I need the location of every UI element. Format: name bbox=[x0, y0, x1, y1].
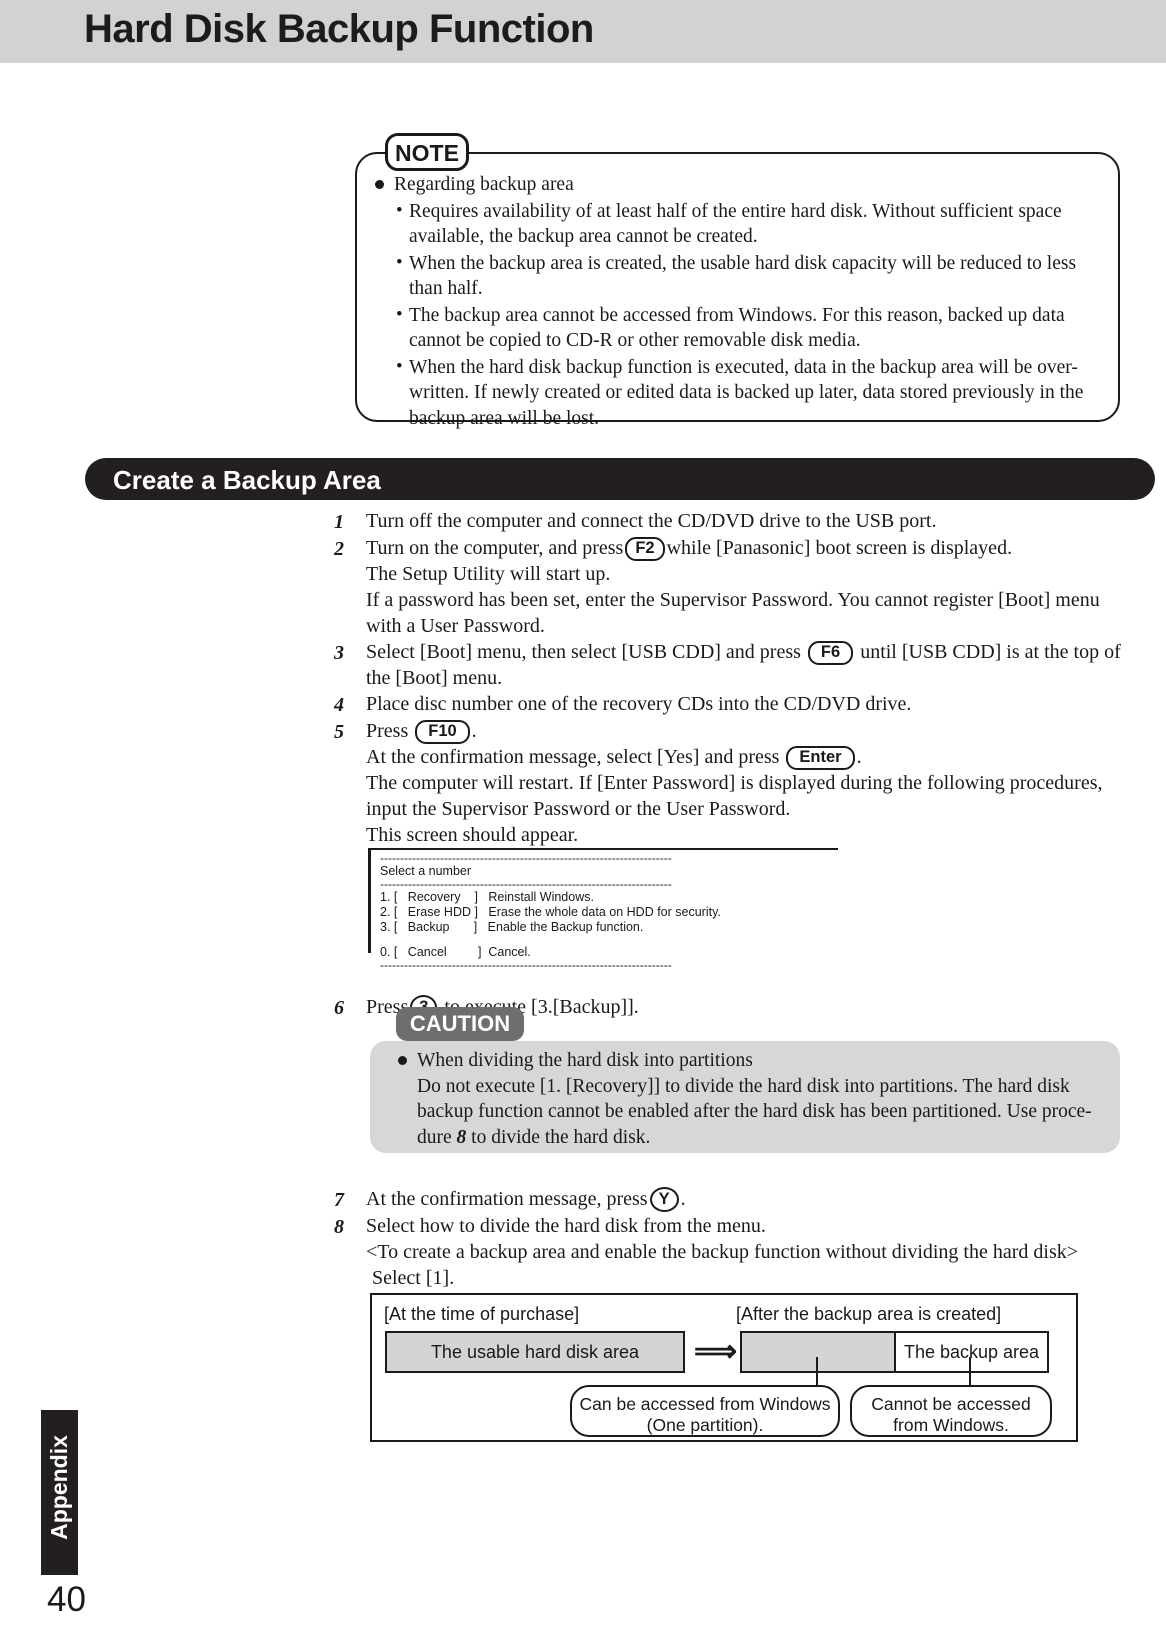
key-f6: F6 bbox=[807, 641, 854, 665]
step-text: Select how to divide the hard disk from … bbox=[366, 1213, 1134, 1291]
step-text: Place disc number one of the recovery CD… bbox=[366, 693, 912, 715]
diagram-label-after: [After the backup area is created] bbox=[736, 1304, 1002, 1324]
step-4: 4 Place disc number one of the recovery … bbox=[334, 691, 1134, 718]
step-8-line2: <To create a backup area and enable the … bbox=[366, 1241, 1079, 1263]
step-number: 6 bbox=[334, 997, 344, 1019]
caution-badge: CAUTION bbox=[396, 1007, 524, 1041]
step-text: Select [Boot] menu, then select [USB CDD… bbox=[366, 639, 1134, 691]
step-text: Turn off the computer and connect the CD… bbox=[366, 510, 937, 532]
step-2-line3: If a password has been set, enter the Su… bbox=[366, 589, 1100, 637]
key-f10: F10 bbox=[415, 720, 470, 744]
step-5: 5 Press F10. At the confirmation message… bbox=[334, 718, 1134, 848]
step-8-line3: Select [1]. bbox=[372, 1267, 455, 1289]
caution-procedure-number: 8 bbox=[456, 1126, 467, 1148]
key-enter: Enter bbox=[786, 746, 855, 770]
section-heading-label: Create a Backup Area bbox=[113, 465, 381, 495]
step-text: Turn on the computer, and press F2 while [… bbox=[366, 535, 1134, 639]
step-5-line4: This screen should appear. bbox=[366, 824, 579, 846]
caution-text: Do not execute [1. [Recovery]] to divide… bbox=[398, 1074, 1108, 1151]
note-item: When the hard disk backup function is ex… bbox=[375, 354, 1105, 432]
screen-divider-bottom: ----------------------------------------… bbox=[380, 960, 672, 971]
recovery-screen-mock: ----------------------------------------… bbox=[368, 848, 838, 971]
step-2-text-b: while [Panasonic] boot screen is display… bbox=[666, 537, 1013, 559]
step-8-line1: Select how to divide the hard disk from … bbox=[366, 1215, 766, 1237]
diagram-callout-not-accessible: Cannot be accessed from Windows. bbox=[850, 1385, 1052, 1437]
step-number: 5 bbox=[334, 721, 344, 743]
key-f2: F2 bbox=[625, 537, 665, 561]
diagram-callout-accessible: Can be accessed from Windows (One partit… bbox=[570, 1385, 840, 1437]
step-7: 7 At the confirmation message, press Y. bbox=[334, 1186, 1134, 1213]
screen-spacer bbox=[380, 935, 838, 945]
step-5-text-b: . bbox=[471, 720, 477, 742]
page-number: 40 bbox=[47, 1580, 86, 1619]
step-number: 1 bbox=[334, 511, 344, 533]
leader-line-right bbox=[969, 1357, 971, 1386]
screen-option-1: 1. [ Recovery ] Reinstall Windows. bbox=[380, 890, 594, 904]
leader-line-left bbox=[816, 1357, 818, 1386]
step-5-line3: The computer will restart. If [Enter Pas… bbox=[366, 772, 1103, 820]
procedure-steps: 1 Turn off the computer and connect the … bbox=[334, 508, 1134, 848]
step-number: 2 bbox=[334, 538, 344, 560]
step-number: 3 bbox=[334, 642, 344, 664]
arrow-right-icon: ⟹ bbox=[694, 1335, 738, 1368]
step-5-text-a: Press bbox=[366, 720, 409, 742]
screen-prompt: Select a number bbox=[380, 864, 472, 878]
diagram-bar-usable: The usable hard disk area bbox=[385, 1331, 685, 1373]
note-badge: NOTE bbox=[385, 133, 469, 171]
caution-body: When dividing the hard disk into partiti… bbox=[398, 1048, 1108, 1150]
caution-heading: When dividing the hard disk into partiti… bbox=[417, 1050, 753, 1071]
step-7-text-b: . bbox=[680, 1188, 686, 1210]
step-3: 3 Select [Boot] menu, then select [USB C… bbox=[334, 639, 1134, 691]
key-y: Y bbox=[649, 1187, 679, 1212]
note-item: Requires availability of at least half o… bbox=[375, 198, 1105, 250]
note-heading: Regarding backup area bbox=[394, 174, 574, 195]
step-2-line2: The Setup Utility will start up. bbox=[366, 563, 611, 585]
screen-divider-top: ----------------------------------------… bbox=[380, 853, 672, 864]
step-5-line2-a: At the confirmation message, select [Yes… bbox=[366, 746, 780, 768]
side-tab-appendix: Appendix bbox=[41, 1410, 78, 1575]
diagram-bar-backup: The backup area bbox=[894, 1331, 1049, 1373]
step-number: 4 bbox=[334, 694, 344, 716]
bullet-icon bbox=[398, 1056, 407, 1065]
step-7-text-a: At the confirmation message, press bbox=[366, 1188, 648, 1210]
step-2-text-a: Turn on the computer, and press bbox=[366, 537, 624, 559]
note-item: The backup area cannot be accessed from … bbox=[375, 302, 1105, 354]
step-text: Press F10. At the confirmation message, … bbox=[366, 718, 1134, 848]
step-8: 8 Select how to divide the hard disk fro… bbox=[334, 1213, 1134, 1291]
screen-divider-mid: ----------------------------------------… bbox=[380, 879, 672, 890]
bullet-icon bbox=[375, 180, 384, 189]
step-2: 2 Turn on the computer, and press F2 while… bbox=[334, 535, 1134, 639]
step-number: 8 bbox=[334, 1216, 344, 1238]
step-5-line2: At the confirmation message, select [Yes… bbox=[366, 744, 1134, 770]
procedure-steps-7-8: 7 At the confirmation message, press Y. 8… bbox=[334, 1186, 1134, 1291]
note-body: Regarding backup area Requires availabil… bbox=[375, 172, 1105, 431]
side-tab-label: Appendix bbox=[46, 1435, 72, 1540]
diagram-label-before: [At the time of purchase] bbox=[384, 1304, 580, 1324]
note-item-list: Requires availability of at least half o… bbox=[375, 198, 1105, 432]
step-1: 1 Turn off the computer and connect the … bbox=[334, 508, 1134, 535]
screen-option-2: 2. [ Erase HDD ] Erase the whole data on… bbox=[380, 905, 721, 919]
screen-option-3: 3. [ Backup ] Enable the Backup function… bbox=[380, 920, 644, 934]
step-text: At the confirmation message, press Y. bbox=[366, 1186, 1134, 1212]
step-3-text-a: Select [Boot] menu, then select [USB CDD… bbox=[366, 641, 801, 663]
screen-option-0: 0. [ Cancel ] Cancel. bbox=[380, 945, 531, 959]
note-heading-row: Regarding backup area bbox=[375, 172, 1105, 198]
note-item: When the backup area is created, the usa… bbox=[375, 250, 1105, 302]
backup-area-diagram: [At the time of purchase] [After the bac… bbox=[370, 1293, 1078, 1442]
step-number: 7 bbox=[334, 1189, 344, 1211]
step-5-line2-b: . bbox=[856, 746, 862, 768]
caution-heading-row: When dividing the hard disk into partiti… bbox=[398, 1048, 1108, 1074]
page-title: Hard Disk Backup Function bbox=[84, 7, 594, 51]
caution-text-b: to divide the hard disk. bbox=[471, 1126, 651, 1148]
recovery-screen-inner: ----------------------------------------… bbox=[371, 850, 838, 971]
